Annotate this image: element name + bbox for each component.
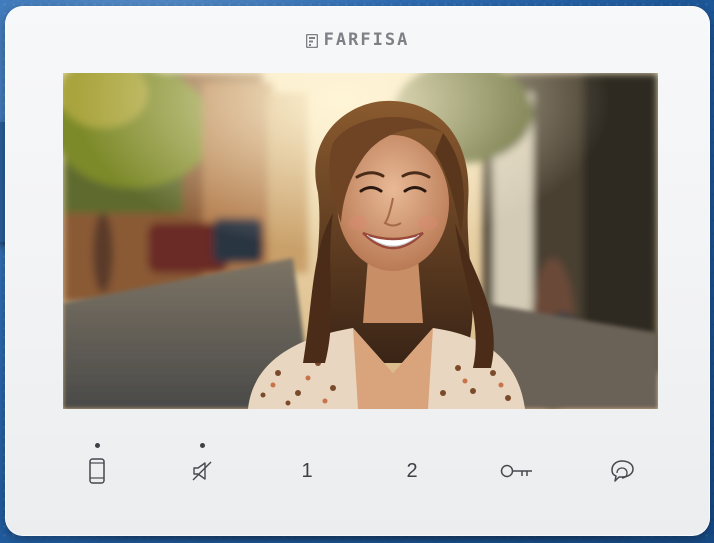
brand-header: FARFISA xyxy=(5,30,710,50)
aux-2-label: 2 xyxy=(406,459,418,482)
intercom-phone-button[interactable] xyxy=(72,446,122,496)
key-icon xyxy=(500,464,532,478)
camera-feed-image xyxy=(63,73,658,409)
brand-name: FARFISA xyxy=(323,30,410,50)
video-intercom-monitor: FARFISA 1 2 xyxy=(5,6,710,536)
speaker-mute-icon xyxy=(192,461,212,481)
chat-bubbles-icon xyxy=(611,460,634,482)
answer-call-button[interactable] xyxy=(597,446,647,496)
aux-1-label: 1 xyxy=(301,459,313,482)
door-open-button[interactable] xyxy=(492,446,542,496)
aux-2-button[interactable]: 2 xyxy=(387,446,437,496)
smartphone-icon xyxy=(89,458,105,484)
farfisa-logo-icon xyxy=(305,33,318,49)
control-bar: 1 2 xyxy=(5,446,710,496)
aux-1-button[interactable]: 1 xyxy=(282,446,332,496)
video-screen xyxy=(63,73,658,409)
mute-button[interactable] xyxy=(177,446,227,496)
